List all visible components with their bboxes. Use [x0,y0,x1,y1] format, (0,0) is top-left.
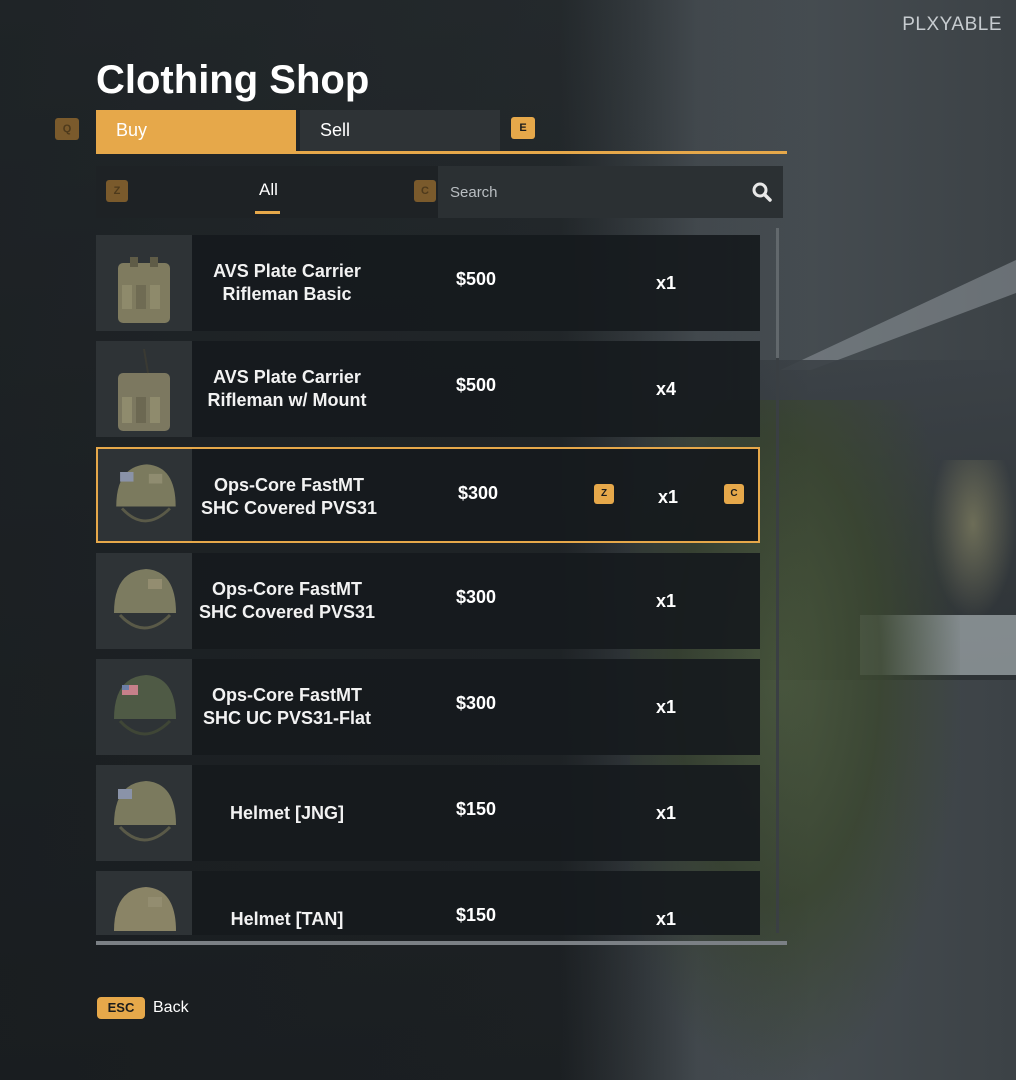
item-price: $150 [456,905,497,925]
item-name: Ops-Core FastMT SHC Covered PVS31 [198,579,376,622]
helmet-icon [96,553,192,649]
item-price: $300 [458,483,499,503]
item-quantity: x1 [656,909,677,929]
tab-buy[interactable]: Buy [96,110,296,151]
tab-sell[interactable]: Sell [300,110,500,151]
item-name: Ops-Core FastMT SHC Covered PVS31 [200,475,378,518]
item-list: AVS Plate Carrier Rifleman Basic $500 x1… [96,235,760,935]
list-divider [96,941,787,945]
filter-prev-key-hint: Z [106,180,128,202]
search-box [438,166,783,218]
list-item[interactable]: Ops-Core FastMT SHC Covered PVS31 $300 x… [96,553,760,649]
watermark: PLXYABLE [902,14,1002,35]
quantity-decrease-key[interactable]: Z [594,484,614,504]
helmet-icon [96,765,192,861]
escape-key-hint: ESC [97,997,145,1019]
item-name: AVS Plate Carrier Rifleman Basic [213,261,361,304]
item-quantity: x1 [656,697,677,717]
quantity-increase-key[interactable]: C [724,484,744,504]
search-icon[interactable] [750,180,774,204]
item-name: Ops-Core FastMT SHC UC PVS31-Flat [202,685,372,728]
helmet-icon [96,871,192,935]
item-name: Helmet [TAN] [230,908,344,929]
search-input[interactable] [438,166,738,218]
item-price: $500 [456,375,497,395]
list-item-selected[interactable]: Ops-Core FastMT SHC Covered PVS31 $300 Z… [96,447,760,543]
item-quantity: x1 [656,273,677,293]
back-button[interactable]: ESC Back [97,996,189,1020]
list-item[interactable]: Ops-Core FastMT SHC UC PVS31-Flat $300 x… [96,659,760,755]
category-underline [255,211,280,214]
item-name: AVS Plate Carrier Rifleman w/ Mount [207,367,367,410]
scrollbar-thumb[interactable] [776,228,779,358]
list-item[interactable]: Helmet [TAN] $150 x1 [96,871,760,935]
shop-tabs: Buy Sell [96,110,787,154]
list-item[interactable]: AVS Plate Carrier Rifleman w/ Mount $500… [96,341,760,437]
page-title: Clothing Shop [96,58,370,102]
item-price: $300 [456,693,497,713]
item-quantity: x1 [658,487,679,507]
plate-carrier-icon [96,341,192,437]
back-label: Back [153,999,189,1016]
item-price: $150 [456,799,497,819]
filter-next-key-hint: C [414,180,436,202]
helmet-icon [96,659,192,755]
list-item[interactable]: Helmet [JNG] $150 x1 [96,765,760,861]
item-quantity: x4 [656,379,677,399]
helmet-icon [98,449,192,541]
item-price: $300 [456,587,497,607]
item-price: $500 [456,269,497,289]
item-name: Helmet [JNG] [229,802,345,823]
item-quantity: x1 [656,803,677,823]
tab-prev-key-hint: Q [55,118,79,140]
plate-carrier-icon [96,235,192,331]
list-item[interactable]: AVS Plate Carrier Rifleman Basic $500 x1 [96,235,760,331]
category-filter: Z All C [96,166,438,218]
item-quantity: x1 [656,591,677,611]
category-all[interactable]: All [259,180,278,200]
